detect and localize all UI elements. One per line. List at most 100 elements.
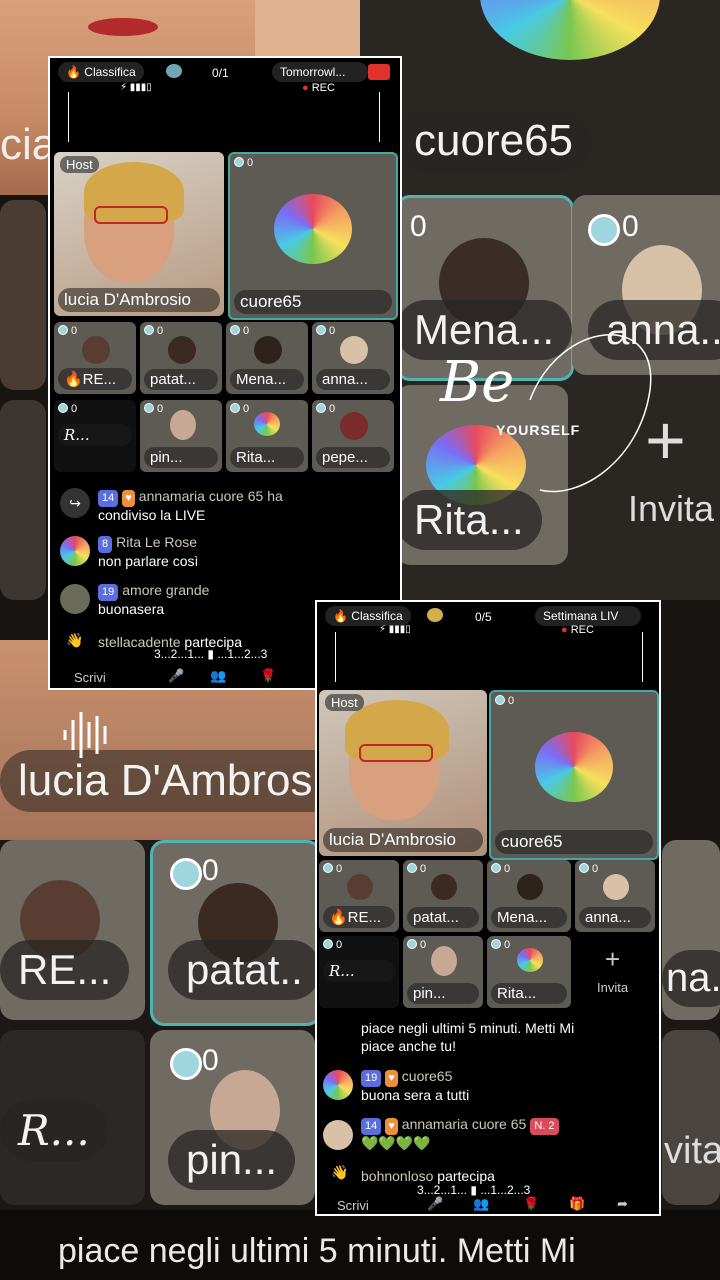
tomorrowland-pill[interactable]: Tomorrowl... xyxy=(272,62,368,82)
background-right-panel: cuore65 0 Mena... 0 anna.. Rita... + Inv… xyxy=(360,0,720,600)
avatar xyxy=(431,874,457,900)
guest-tile[interactable]: 0 patat... xyxy=(403,860,483,932)
chat-message: 19 amore grande buonasera xyxy=(98,582,209,618)
guest-name: pin... xyxy=(407,983,479,1004)
guest-tile[interactable]: 0 pin... xyxy=(403,936,483,1008)
chat-avatar xyxy=(60,584,90,614)
top-bar: 🔥 Classifica 0/5 Settimana LIV ⚡ ▮▮▮▯ ● … xyxy=(317,602,659,636)
bg-count: 0 xyxy=(622,210,639,243)
mic-icon[interactable]: 🎤 xyxy=(427,1196,443,1212)
background-caption-strip: piace negli ultimi 5 minuti. Metti Mi xyxy=(0,1210,720,1280)
rainbow-heart-icon xyxy=(535,732,613,802)
viewer-count: 0 xyxy=(407,939,426,951)
bg-label-cuore65: cuore65 xyxy=(396,110,592,172)
host-tag: Host xyxy=(325,694,364,711)
share-icon[interactable]: ➦ xyxy=(617,1196,628,1212)
mic-icon[interactable]: 🎤 xyxy=(168,668,184,684)
level-badge: 19 xyxy=(361,1070,382,1087)
guest-name: R... xyxy=(58,424,132,446)
guest-tile[interactable]: 0 anna... xyxy=(312,322,394,394)
avatar xyxy=(603,874,629,900)
chat-text: buonasera xyxy=(98,601,165,617)
guest-tile[interactable]: 0 R... xyxy=(54,400,136,472)
bottom-bar: Scrivi 🎤 👥 🌹 🎁 ➦ xyxy=(317,1196,659,1214)
viewer-count: 0 xyxy=(144,325,163,337)
users-icon[interactable]: 👥 xyxy=(210,668,226,684)
counter: 0/1 xyxy=(212,66,229,80)
bg-label-lucia: lucia D'Ambrosio xyxy=(0,750,365,812)
rainbow-heart-icon xyxy=(517,948,543,972)
flame-icon: 🔥 xyxy=(66,65,81,79)
frame-bracket xyxy=(68,92,380,142)
bg-count: 0 xyxy=(202,854,219,887)
guest-name: 🔥RE... xyxy=(323,906,395,928)
avatar xyxy=(431,946,457,976)
viewer-count: 0 xyxy=(316,325,335,337)
countdown: 3...2...1... ▮ ...1...2...3 xyxy=(154,647,268,661)
guest-name: 🔥RE... xyxy=(58,368,132,390)
guest-tile[interactable]: 0 patat... xyxy=(140,322,222,394)
bell-icon[interactable] xyxy=(368,64,390,80)
guest-tile[interactable]: 0 Rita... xyxy=(487,936,571,1008)
viewer-dot-icon xyxy=(588,214,620,246)
chat-text: non parlare così xyxy=(98,553,199,569)
guest-name: Mena... xyxy=(491,907,567,928)
host-tile[interactable]: Host lucia D'Ambrosio xyxy=(54,152,224,316)
rainbow-heart-icon xyxy=(254,412,280,436)
chat-message: piace negli ultimi 5 minuti. Metti Mi xyxy=(361,1020,575,1036)
avatar xyxy=(168,336,196,364)
viewer-count: 0 xyxy=(323,863,342,875)
guest-tile[interactable]: 0 Mena... xyxy=(226,322,308,394)
viewer-count: 0 xyxy=(491,939,510,951)
avatar xyxy=(340,336,368,364)
guest-tile[interactable]: 0 pin... xyxy=(140,400,222,472)
rainbow-heart-icon xyxy=(480,0,660,60)
bg-label-vita: vita xyxy=(664,1130,720,1172)
chat-text: buona sera a tutti xyxy=(361,1087,470,1103)
coin-icon xyxy=(427,608,443,622)
rose-icon[interactable]: 🌹 xyxy=(260,668,276,684)
scrivi-input[interactable]: Scrivi xyxy=(337,1198,369,1213)
cohost-tile[interactable]: 0 cuore65 xyxy=(228,152,398,320)
guest-tile[interactable]: 0 anna... xyxy=(575,860,655,932)
chat-username: Rita Le Rose xyxy=(116,534,198,550)
scrivi-input[interactable]: Scrivi xyxy=(74,670,106,685)
share-icon: ↪ xyxy=(60,488,90,518)
settimana-pill[interactable]: Settimana LIV xyxy=(535,606,641,626)
guest-tile[interactable]: 0 Rita... xyxy=(226,400,308,472)
viewer-count: 0 xyxy=(323,939,342,951)
frame-bracket xyxy=(335,632,643,682)
chat-username: annamaria cuore 65 xyxy=(138,488,264,504)
classifica-button[interactable]: 🔥 Classifica xyxy=(58,62,144,82)
chat-username: amore grande xyxy=(122,582,210,598)
guest-tile[interactable]: 0 🔥RE... xyxy=(319,860,399,932)
viewer-count: 0 xyxy=(234,157,253,169)
users-icon[interactable]: 👥 xyxy=(473,1196,489,1212)
guest-tile[interactable]: 0 🔥RE... xyxy=(54,322,136,394)
guest-tile[interactable]: 0 R... xyxy=(319,936,399,1008)
avatar xyxy=(254,336,282,364)
guest-tile[interactable]: 0 Mena... xyxy=(487,860,571,932)
bg-label-pin: pin... xyxy=(168,1130,296,1190)
rose-icon[interactable]: 🌹 xyxy=(523,1196,539,1212)
avatar xyxy=(347,874,373,900)
cohost-tile[interactable]: 0 cuore65 xyxy=(489,690,659,860)
chat-username: cuore65 xyxy=(401,1068,453,1084)
bg-caption: piace negli ultimi 5 minuti. Metti Mi xyxy=(58,1232,576,1270)
wave-hand-icon: 👋 xyxy=(66,632,84,648)
bg-label-na: na.. xyxy=(662,950,720,1007)
bg-label-re: RE... xyxy=(0,940,130,1000)
classifica-button[interactable]: 🔥 Classifica xyxy=(325,606,411,626)
host-tile[interactable]: Host lucia D'Ambrosio xyxy=(319,690,487,856)
cohost-name: cuore65 xyxy=(495,830,653,854)
guest-tile[interactable]: 0 pepe... xyxy=(312,400,394,472)
sound-wave-icon xyxy=(63,712,107,758)
viewer-count: 0 xyxy=(495,695,514,707)
bg-count: 0 xyxy=(202,1044,219,1077)
invite-button[interactable]: + Invita xyxy=(575,936,655,1008)
gift-icon[interactable]: 🎁 xyxy=(569,1196,585,1212)
chat-text: ha xyxy=(267,488,283,504)
rank-badge: N. 2 xyxy=(530,1118,559,1135)
bg-count: 0 xyxy=(410,210,427,243)
viewer-count: 0 xyxy=(579,863,598,875)
